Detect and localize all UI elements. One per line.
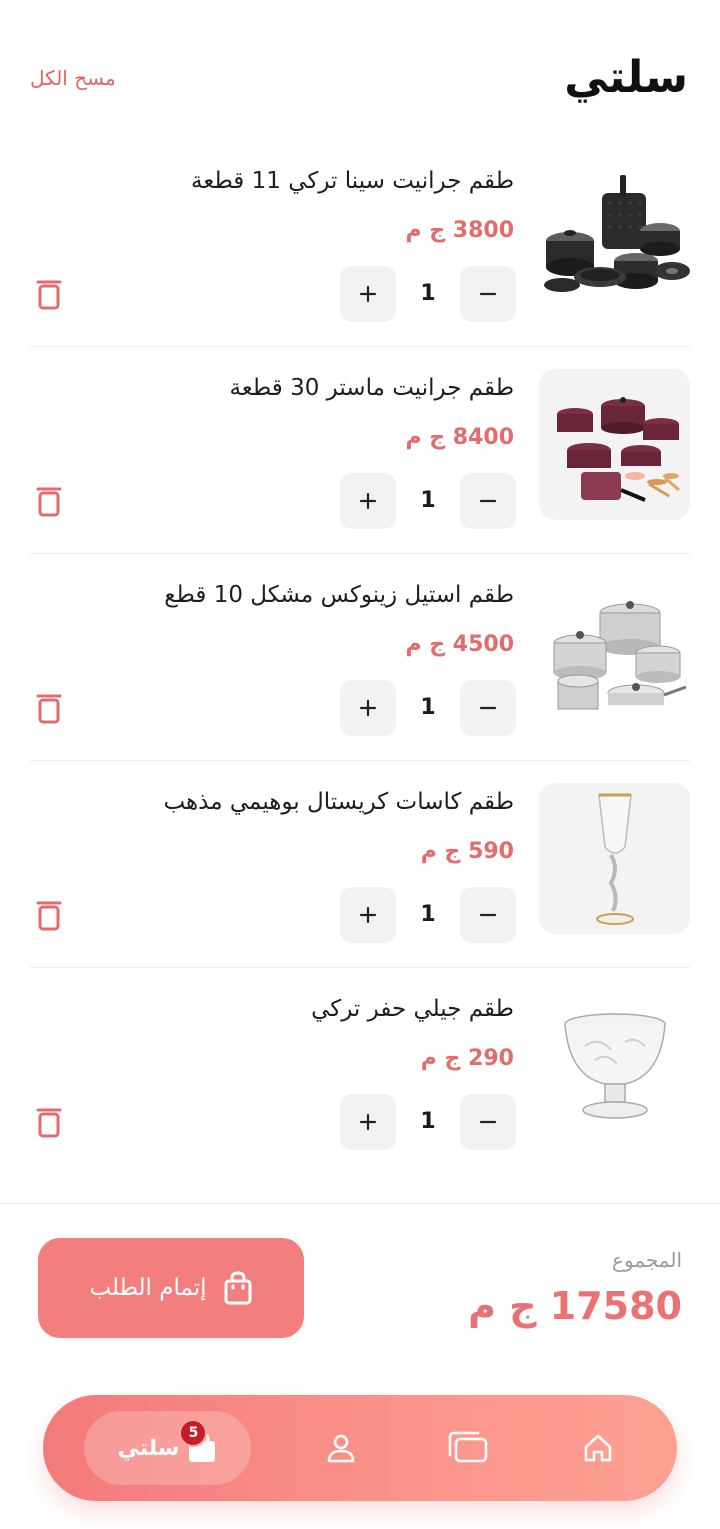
minus-icon — [479, 1120, 497, 1124]
trash-icon — [36, 1108, 62, 1138]
header: سلتي مسح الكل — [0, 0, 720, 140]
plus-icon — [359, 492, 377, 510]
plus-icon — [359, 906, 377, 924]
nav-catalog[interactable] — [433, 1395, 503, 1501]
trash-icon — [36, 487, 62, 517]
increase-quantity-button[interactable] — [340, 473, 396, 529]
order-summary: المجموع 17580 ج م إتمام الطلب — [0, 1203, 720, 1373]
quantity-stepper: 1 — [340, 680, 516, 736]
increase-quantity-button[interactable] — [340, 1094, 396, 1150]
product-name[interactable]: طقم استيل زينوكس مشكل 10 قطع — [164, 582, 514, 608]
trash-icon — [36, 280, 62, 310]
decrease-quantity-button[interactable] — [460, 473, 516, 529]
quantity-value: 1 — [420, 1109, 436, 1134]
increase-quantity-button[interactable] — [340, 266, 396, 322]
checkout-label: إتمام الطلب — [89, 1275, 207, 1301]
cart-item: طقم استيل زينوكس مشكل 10 قطع 4500 ج م 1 — [30, 554, 690, 761]
increase-quantity-button[interactable] — [340, 680, 396, 736]
page-title: سلتي — [564, 52, 688, 103]
product-price: 4500 ج م — [405, 632, 514, 657]
decrease-quantity-button[interactable] — [460, 887, 516, 943]
shopping-bag-icon — [224, 1271, 252, 1305]
product-price: 590 ج م — [420, 839, 514, 864]
nav-cart[interactable]: 5 سلتي — [84, 1411, 251, 1485]
total-value: 17580 ج م — [468, 1284, 682, 1328]
quantity-stepper: 1 — [340, 887, 516, 943]
product-image[interactable] — [539, 369, 690, 520]
trash-icon — [36, 694, 62, 724]
product-price: 290 ج م — [420, 1046, 514, 1071]
profile-icon — [327, 1434, 355, 1463]
minus-icon — [479, 292, 497, 296]
catalog-icon — [448, 1431, 488, 1463]
cart-icon-wrap: 5 — [179, 1419, 217, 1463]
plus-icon — [359, 699, 377, 717]
delete-item-button[interactable] — [36, 278, 66, 312]
delete-item-button[interactable] — [36, 485, 66, 519]
minus-icon — [479, 706, 497, 710]
total-label: المجموع — [612, 1248, 682, 1272]
plus-icon — [359, 285, 377, 303]
quantity-value: 1 — [420, 902, 436, 927]
quantity-stepper: 1 — [340, 1094, 516, 1150]
cart-item: طقم كاسات كريستال بوهيمي مذهب 590 ج م 1 — [30, 761, 690, 968]
cart-item: طقم جرانيت سينا تركي 11 قطعة 3800 ج م 1 — [30, 140, 690, 347]
minus-icon — [479, 913, 497, 917]
decrease-quantity-button[interactable] — [460, 1094, 516, 1150]
nav-profile[interactable] — [306, 1395, 376, 1501]
cart-item: طقم جيلي حفر تركي 290 ج م 1 — [30, 968, 690, 1175]
quantity-value: 1 — [420, 695, 436, 720]
plus-icon — [359, 1113, 377, 1131]
increase-quantity-button[interactable] — [340, 887, 396, 943]
product-image[interactable] — [539, 783, 690, 934]
product-name[interactable]: طقم جرانيت ماستر 30 قطعة — [229, 375, 514, 401]
cart-item: طقم جرانيت ماستر 30 قطعة 8400 ج م 1 — [30, 347, 690, 554]
quantity-stepper: 1 — [340, 266, 516, 322]
minus-icon — [479, 499, 497, 503]
product-name[interactable]: طقم جرانيت سينا تركي 11 قطعة — [191, 168, 514, 194]
checkout-button[interactable]: إتمام الطلب — [38, 1238, 304, 1338]
delete-item-button[interactable] — [36, 1106, 66, 1140]
clear-all-button[interactable]: مسح الكل — [30, 66, 116, 90]
product-image[interactable] — [539, 162, 690, 313]
product-price: 8400 ج م — [405, 425, 514, 450]
delete-item-button[interactable] — [36, 899, 66, 933]
product-image[interactable] — [539, 990, 690, 1141]
nav-cart-label: سلتي — [117, 1435, 180, 1461]
nav-home[interactable] — [563, 1395, 633, 1501]
cart-list: طقم جرانيت سينا تركي 11 قطعة 3800 ج م 1 — [0, 140, 720, 1175]
product-name[interactable]: طقم جيلي حفر تركي — [311, 996, 514, 1022]
trash-icon — [36, 901, 62, 931]
product-name[interactable]: طقم كاسات كريستال بوهيمي مذهب — [163, 789, 514, 815]
decrease-quantity-button[interactable] — [460, 266, 516, 322]
quantity-stepper: 1 — [340, 473, 516, 529]
home-icon — [584, 1434, 612, 1462]
decrease-quantity-button[interactable] — [460, 680, 516, 736]
bottom-nav: 5 سلتي — [43, 1395, 677, 1501]
quantity-value: 1 — [420, 281, 436, 306]
product-price: 3800 ج م — [405, 218, 514, 243]
quantity-value: 1 — [420, 488, 436, 513]
product-image[interactable] — [539, 576, 690, 727]
delete-item-button[interactable] — [36, 692, 66, 726]
